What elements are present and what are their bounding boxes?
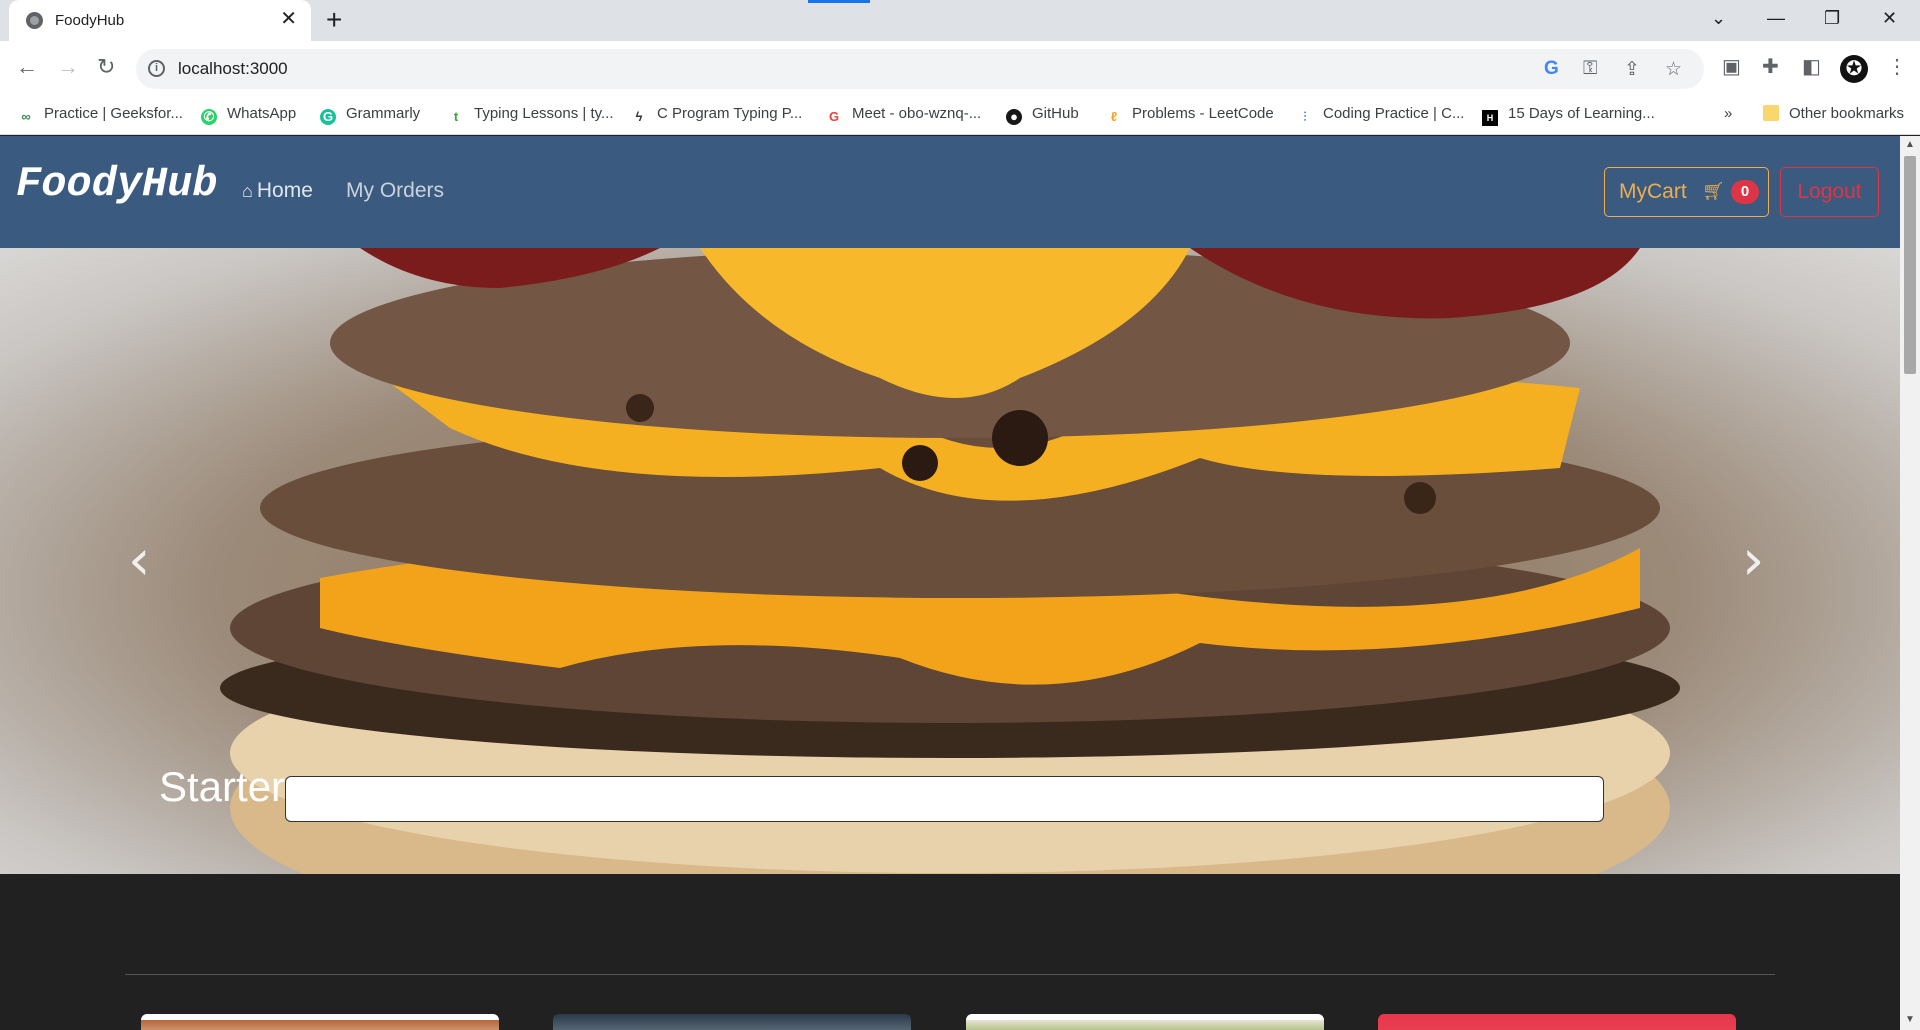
other-bookmarks[interactable]: Other bookmarks [1763, 105, 1904, 122]
leetcode-icon: ℓ [1110, 109, 1118, 124]
nav-my-orders-link[interactable]: My Orders [346, 179, 444, 203]
reload-icon[interactable]: ↻ [97, 54, 115, 80]
cart-count-badge: 0 [1731, 180, 1759, 204]
bookmark-item[interactable]: H 15 Days of Learning... [1482, 105, 1655, 126]
menu-kebab-icon[interactable]: ⋮ [1887, 54, 1907, 79]
extension-icon[interactable]: ▣ [1722, 54, 1741, 79]
bookmark-item[interactable]: G Meet - obo-wznq-... [826, 105, 981, 125]
restore-icon[interactable]: ❐ [1824, 8, 1840, 29]
section-divider [125, 974, 1775, 975]
browser-tab[interactable]: FoodyHub ✕ [9, 0, 311, 41]
share-icon[interactable]: ⇪ [1624, 58, 1640, 81]
close-tab-icon[interactable]: ✕ [280, 9, 297, 29]
tab-search-icon[interactable]: ⌄ [1711, 8, 1726, 29]
brand-logo[interactable]: FoodyHub [16, 160, 218, 208]
forward-icon[interactable]: → [57, 54, 79, 80]
mycart-label: MyCart [1619, 180, 1687, 203]
mycart-button[interactable]: MyCart 🛒︎ 0 [1604, 167, 1769, 217]
browser-tab-strip: FoodyHub ✕ + ⌄ — ❐ ✕ [0, 0, 1920, 41]
scroll-thumb[interactable] [1904, 156, 1916, 374]
logout-button[interactable]: Logout [1780, 167, 1879, 217]
carousel-prev-button[interactable]: ‹ [128, 533, 150, 589]
back-icon[interactable]: ← [16, 54, 38, 80]
bookmark-item[interactable]: ∞ Practice | Geeksfor... [18, 105, 183, 125]
window-close-icon[interactable]: ✕ [1882, 8, 1897, 29]
bookmark-item[interactable]: t Typing Lessons | ty... [448, 105, 614, 125]
bookmarks-overflow-button[interactable]: » [1724, 105, 1732, 122]
bookmark-item[interactable]: ✆ WhatsApp [201, 105, 296, 125]
profile-avatar-icon[interactable]: ✪ [1840, 55, 1868, 83]
lightning-icon: ϟ [635, 109, 643, 124]
globe-icon [26, 12, 43, 29]
scroll-up-icon[interactable]: ▲ [1905, 139, 1915, 150]
tab-title: FoodyHub [55, 12, 125, 29]
bookmark-item[interactable]: ● GitHub [1006, 105, 1079, 125]
cart-icon: 🛒︎ [1702, 181, 1725, 201]
minimize-icon[interactable]: — [1767, 8, 1785, 29]
password-key-icon[interactable]: ⚿ [1583, 58, 1597, 80]
hackerrank-icon: H [1482, 110, 1498, 126]
url-text[interactable]: localhost:3000 [178, 59, 288, 79]
navbar: FoodyHub ⌂ Home My Orders MyCart 🛒︎ 0 Log… [0, 136, 1900, 248]
nav-home-link[interactable]: ⌂ Home [242, 179, 313, 203]
search-input[interactable] [285, 776, 1604, 822]
google-translate-icon[interactable]: G [1544, 58, 1559, 80]
food-card[interactable] [141, 1014, 499, 1030]
food-card[interactable] [1378, 1014, 1736, 1030]
geeksforgeeks-icon: ∞ [21, 109, 31, 124]
food-card[interactable] [553, 1014, 911, 1030]
folder-icon [1763, 105, 1779, 121]
side-panel-icon[interactable]: ◧ [1802, 54, 1821, 79]
page-scrollbar[interactable]: ▲ ▼ [1900, 136, 1920, 1030]
bookmark-star-icon[interactable]: ☆ [1665, 58, 1682, 81]
bookmark-item[interactable]: ℓ Problems - LeetCode [1106, 105, 1274, 125]
food-card[interactable] [966, 1014, 1324, 1030]
google-icon: G [828, 109, 840, 124]
address-bar[interactable]: i localhost:3000 G ⚿ ⇪ ☆ [136, 49, 1704, 89]
bookmark-item[interactable]: G Grammarly [320, 105, 420, 125]
bookmark-item[interactable]: ϟC Program Typing P... [631, 105, 803, 125]
bookmarks-bar: ∞ Practice | Geeksfor... ✆ WhatsApp G Gramm… [0, 97, 1920, 135]
github-icon: ● [1006, 109, 1022, 125]
tab-loading-indicator [808, 0, 870, 3]
typing-icon: t [453, 109, 459, 124]
carousel-next-button[interactable]: › [1742, 533, 1764, 589]
browser-toolbar: ← → ↻ i localhost:3000 G ⚿ ⇪ ☆ ▣ ✚ ◧ ✪ ⋮ [0, 41, 1920, 97]
site-info-icon[interactable]: i [148, 60, 165, 77]
whatsapp-icon: ✆ [201, 109, 217, 125]
page-viewport: FoodyHub ⌂ Home My Orders MyCart 🛒︎ 0 Log… [0, 136, 1900, 1030]
new-tab-button[interactable]: + [326, 6, 342, 34]
scroll-down-icon[interactable]: ▼ [1905, 1014, 1915, 1025]
home-icon: ⌂ [242, 181, 253, 201]
puzzle-icon[interactable]: ✚ [1762, 54, 1779, 79]
bookmark-item[interactable]: ⫶ Coding Practice | C... [1297, 105, 1464, 125]
chart-icon: ⫶ [1303, 109, 1307, 124]
grammarly-icon: G [320, 109, 336, 125]
section-title-starter: Starter [159, 763, 286, 810]
